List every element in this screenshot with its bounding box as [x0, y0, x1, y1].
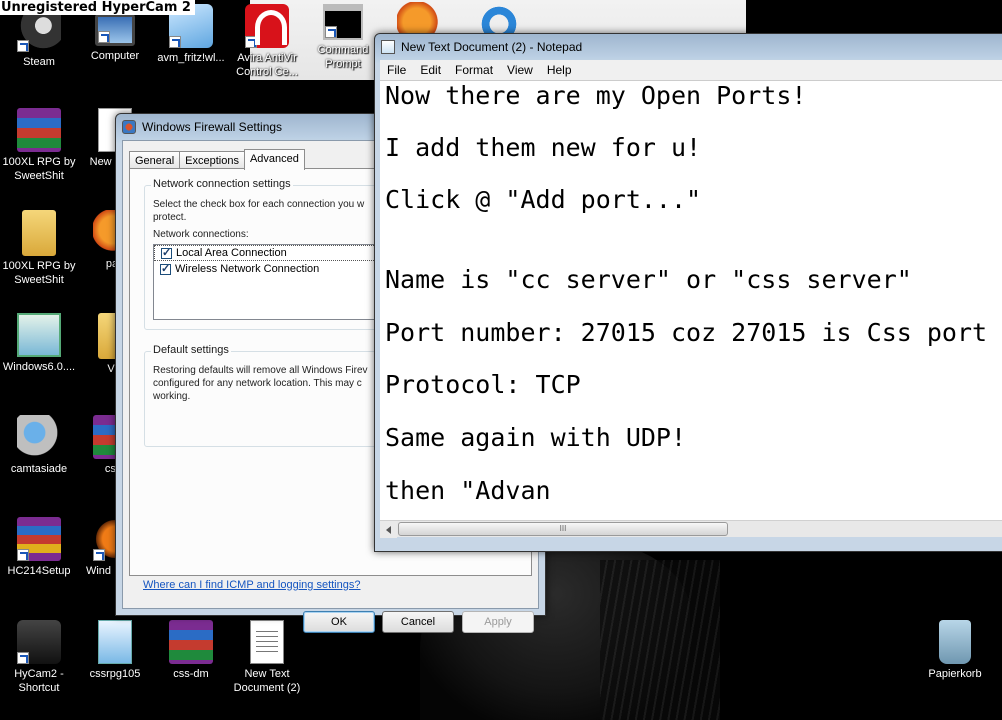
desktop-icon-camtasiade[interactable]: camtasiade: [0, 415, 78, 476]
desktop-icon-label: Computer: [90, 50, 140, 62]
desktop-icon-label: css-dm: [173, 668, 209, 680]
desktop-icon-label: Command Prompt: [317, 44, 369, 70]
text-line: Protocol: TCP: [385, 370, 581, 399]
tab-general[interactable]: General: [129, 151, 181, 169]
desktop-icon-computer[interactable]: Computer: [76, 8, 154, 63]
text-line: then "Advan: [385, 476, 551, 505]
shortcut-arrow-icon: [17, 652, 29, 664]
recycle-bin-icon: [939, 620, 971, 664]
shortcut-arrow-icon: [325, 26, 337, 38]
shortcut-arrow-icon: [98, 31, 110, 43]
firewall-icon: [122, 120, 136, 134]
notepad-text-area[interactable]: Now there are my Open Ports! I add them …: [380, 80, 1002, 520]
menu-view[interactable]: View: [500, 63, 540, 77]
network-connections-label: Network connections:: [153, 229, 249, 240]
text-line: Name is "cc server" or "css server": [385, 265, 912, 294]
shortcut-arrow-icon: [93, 549, 105, 561]
desktop-icon-css-dm[interactable]: css-dm: [152, 620, 230, 681]
setup-package-icon: [17, 517, 61, 561]
tab-advanced[interactable]: Advanced: [243, 149, 305, 170]
network-group-title: Network connection settings: [151, 178, 293, 190]
desktop-icon-new-text-document[interactable]: New Text Document (2): [228, 620, 306, 695]
command-prompt-icon: [323, 4, 363, 40]
desktop-icon-100xl-rpg[interactable]: 100XL RPG by SweetShit: [0, 108, 78, 183]
desktop-icon-windows6[interactable]: Windows6.0....: [0, 313, 78, 374]
wallpaper-hair-strands: [600, 560, 720, 720]
notepad-icon: [381, 40, 395, 54]
desktop-icon-command-prompt[interactable]: Command Prompt: [304, 4, 382, 71]
horizontal-scrollbar[interactable]: III: [380, 520, 1002, 538]
computer-icon: [95, 14, 135, 46]
checkbox-local-area-connection[interactable]: [161, 246, 172, 259]
default-desc-line2: configured for any network location. Thi…: [153, 378, 362, 389]
desktop-icon-cssrpg105[interactable]: cssrpg105: [76, 620, 154, 681]
desktop-icon-label: avm_fritz!wl...: [157, 52, 225, 64]
text-line: I add them new for u!: [385, 133, 702, 162]
shortcut-arrow-icon: [169, 36, 181, 48]
firewall-tabs: General Exceptions Advanced: [129, 149, 305, 170]
text-line: Same again with UDP!: [385, 423, 687, 452]
menu-help[interactable]: Help: [540, 63, 579, 77]
shortcut-arrow-icon: [17, 549, 29, 561]
scrollbar-thumb[interactable]: III: [398, 522, 728, 536]
menu-format[interactable]: Format: [448, 63, 500, 77]
text-line: Now there are my Open Ports!: [385, 81, 807, 110]
network-desc-line1: Select the check box for each connection…: [153, 199, 365, 210]
ok-button[interactable]: OK: [303, 611, 375, 633]
notepad-titlebar[interactable]: New Text Document (2) - Notepad: [375, 34, 1002, 60]
cancel-button[interactable]: Cancel: [382, 611, 454, 633]
winrar-archive-icon: [169, 620, 213, 664]
default-desc-line1: Restoring defaults will remove all Windo…: [153, 365, 368, 376]
hypercam-icon: [17, 620, 61, 664]
apply-button[interactable]: Apply: [462, 611, 534, 633]
firewall-title: Windows Firewall Settings: [142, 120, 283, 134]
desktop-icon-label: camtasiade: [10, 463, 68, 475]
default-desc-line3: working.: [153, 391, 191, 402]
shortcut-arrow-icon: [245, 36, 257, 48]
desktop-icon-label: Avira AntiVir Control Ce...: [236, 52, 298, 78]
desktop-icon-avira[interactable]: Avira AntiVir Control Ce...: [228, 4, 306, 79]
desktop-icon-steam[interactable]: Steam: [0, 8, 78, 69]
camtasia-icon: [17, 415, 61, 459]
desktop-icon-100xl-rpg-folder[interactable]: 100XL RPG by SweetShit: [0, 210, 78, 287]
scroll-left-icon[interactable]: [380, 521, 397, 538]
desktop-icon-label: cssrpg105: [89, 668, 141, 680]
notepad-window[interactable]: New Text Document (2) - Notepad File Edi…: [374, 33, 1002, 552]
desktop-icon-label: New Text Document (2): [233, 668, 301, 694]
desktop-icon-label: HyCam2 - Shortcut: [14, 668, 64, 694]
desktop-icon-label: HC214Setup: [7, 565, 71, 577]
shortcut-arrow-icon: [17, 40, 29, 52]
network-desc-line2: protect.: [153, 212, 187, 223]
folder-icon: [22, 210, 56, 256]
default-group-title: Default settings: [151, 344, 231, 356]
desktop-icon-hc214setup[interactable]: HC214Setup: [0, 517, 78, 578]
desktop-icon-recycle-bin[interactable]: Papierkorb: [916, 620, 994, 681]
tab-exceptions[interactable]: Exceptions: [179, 151, 245, 169]
connection-label: Wireless Network Connection: [175, 263, 320, 275]
desktop-icon-label: Steam: [23, 56, 55, 68]
text-document-icon: [250, 620, 284, 664]
desktop-icon-label: Papierkorb: [928, 668, 982, 680]
menu-edit[interactable]: Edit: [413, 63, 448, 77]
winrar-archive-icon: [17, 108, 61, 152]
text-line: Click @ "Add port...": [385, 185, 702, 214]
hypercam-watermark: Unregistered HyperCam 2: [0, 0, 195, 15]
desktop-icon-label: Windows6.0....: [2, 361, 76, 373]
installer-icon: [17, 313, 61, 357]
document-icon: [98, 620, 132, 664]
checkbox-wireless-network-connection[interactable]: [160, 262, 171, 275]
icmp-logging-help-link[interactable]: Where can I find ICMP and logging settin…: [143, 579, 360, 591]
desktop-icon-hycam2[interactable]: HyCam2 - Shortcut: [0, 620, 78, 695]
connection-label: Local Area Connection: [176, 247, 287, 259]
menu-file[interactable]: File: [380, 63, 413, 77]
desktop-icon-label: 100XL RPG by SweetShit: [2, 260, 76, 286]
avira-antivirus-icon: [245, 4, 289, 48]
desktop-icon-label: 100XL RPG by SweetShit: [2, 156, 76, 182]
notepad-menubar: File Edit Format View Help: [380, 60, 1002, 80]
notepad-title: New Text Document (2) - Notepad: [401, 40, 583, 54]
text-line: Port number: 27015 coz 27015 is Css port: [385, 318, 988, 347]
